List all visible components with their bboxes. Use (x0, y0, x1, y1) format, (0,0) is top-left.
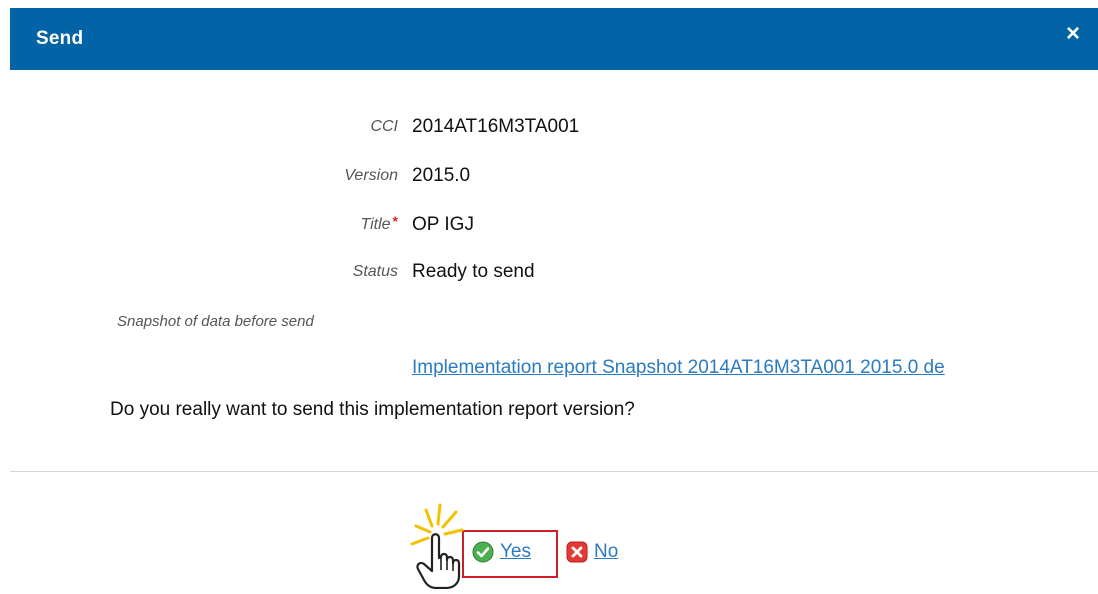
status-label: Status (352, 263, 398, 280)
divider (10, 471, 1098, 472)
title-label-text: Title (360, 216, 391, 233)
version-label: Version (344, 167, 398, 184)
required-marker: * (392, 213, 398, 229)
hand-pointer-icon (408, 500, 468, 590)
cci-value: 2014AT16M3TA001 (412, 116, 580, 137)
field-cci: CCI 2014AT16M3TA001 (0, 112, 1098, 142)
send-dialog: Send × CCI 2014AT16M3TA001 Version 2015.… (0, 0, 1098, 590)
title-value: OP IGJ (412, 214, 474, 235)
yes-button[interactable]: Yes (472, 541, 531, 563)
dialog-title: Send (36, 28, 84, 49)
field-version: Version 2015.0 (0, 161, 1098, 191)
yes-label: Yes (500, 541, 531, 562)
field-status: Status Ready to send (0, 257, 1098, 287)
x-square-icon (566, 541, 588, 563)
cci-label: CCI (370, 118, 398, 135)
snapshot-link[interactable]: Implementation report Snapshot 2014AT16M… (412, 357, 1090, 379)
close-icon[interactable]: × (1066, 22, 1080, 46)
title-label: Title * (360, 213, 398, 234)
field-title: Title * OP IGJ (0, 210, 1098, 240)
no-label: No (594, 541, 619, 562)
check-circle-icon (472, 541, 494, 563)
no-button[interactable]: No (566, 541, 618, 563)
snapshot-label: Snapshot of data before send (117, 313, 314, 330)
dialog-header: Send × (10, 8, 1098, 70)
version-value: 2015.0 (412, 165, 471, 186)
dialog-actions: Yes No (0, 530, 1098, 580)
status-value: Ready to send (412, 261, 535, 282)
confirm-question: Do you really want to send this implemen… (110, 399, 635, 420)
